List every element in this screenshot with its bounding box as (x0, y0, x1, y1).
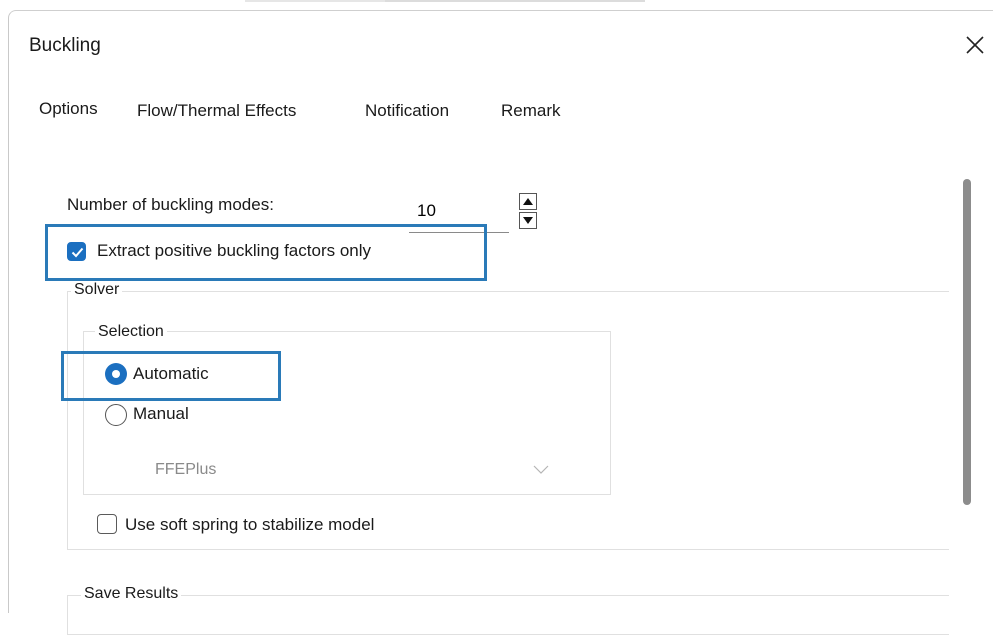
solver-select-value: FFEPlus (155, 461, 217, 478)
tab-options[interactable]: Options (39, 99, 98, 119)
solver-select[interactable]: FFEPlus (149, 459, 559, 487)
selection-group-label: Selection (95, 323, 167, 341)
triangle-up-icon (523, 198, 533, 205)
buckling-modes-stepper (519, 193, 537, 231)
top-edge-segment (245, 0, 385, 2)
triangle-down-icon (523, 217, 533, 224)
solver-group-label: Solver (71, 281, 123, 299)
save-results-group (67, 595, 949, 635)
vertical-scrollbar[interactable] (963, 179, 971, 505)
buckling-dialog: Buckling Options Flow/Thermal Effects No… (8, 10, 993, 635)
checkmark-icon (71, 247, 84, 258)
top-edge (0, 0, 993, 10)
stepper-down-button[interactable] (519, 212, 537, 229)
close-icon[interactable] (961, 31, 989, 59)
soft-spring-checkbox[interactable] (97, 514, 117, 534)
dialog-title: Buckling (29, 35, 101, 56)
save-results-label: Save Results (81, 585, 182, 603)
automatic-radio[interactable] (105, 363, 127, 385)
manual-label: Manual (133, 404, 189, 423)
buckling-modes-label: Number of buckling modes: (67, 195, 274, 214)
manual-radio[interactable] (105, 404, 127, 426)
chevron-down-icon (533, 465, 549, 474)
stepper-up-button[interactable] (519, 193, 537, 210)
tab-remark[interactable]: Remark (501, 101, 561, 121)
top-edge-segment (385, 0, 645, 2)
automatic-label: Automatic (133, 364, 209, 383)
soft-spring-label: Use soft spring to stabilize model (125, 515, 375, 534)
extract-positive-label: Extract positive buckling factors only (97, 241, 372, 260)
extract-positive-checkbox[interactable] (67, 242, 86, 261)
tab-flow-thermal-effects[interactable]: Flow/Thermal Effects (137, 101, 296, 121)
tab-notification[interactable]: Notification (365, 101, 449, 121)
